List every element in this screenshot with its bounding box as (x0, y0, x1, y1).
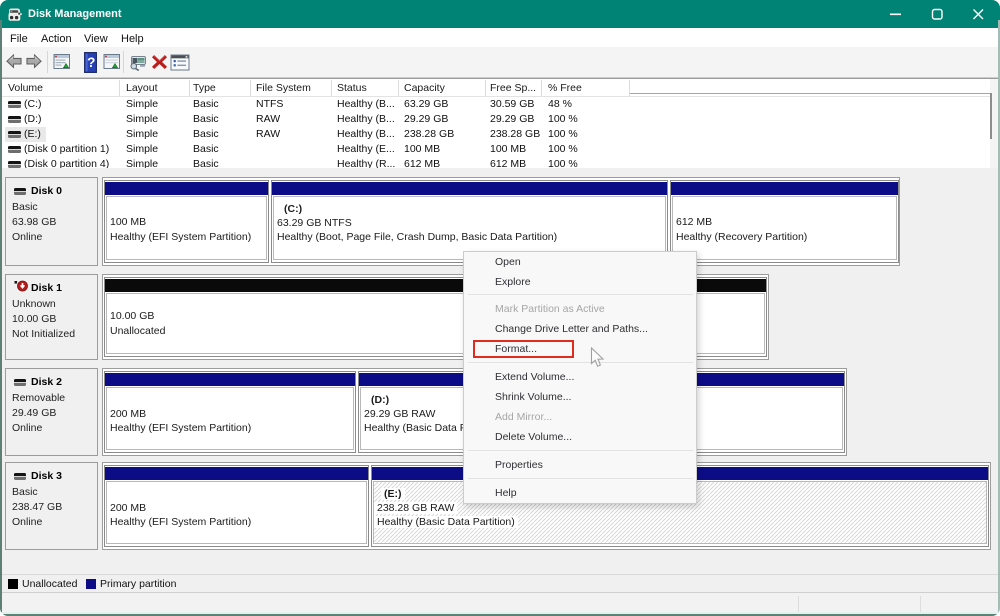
svg-text:?: ? (87, 55, 95, 70)
